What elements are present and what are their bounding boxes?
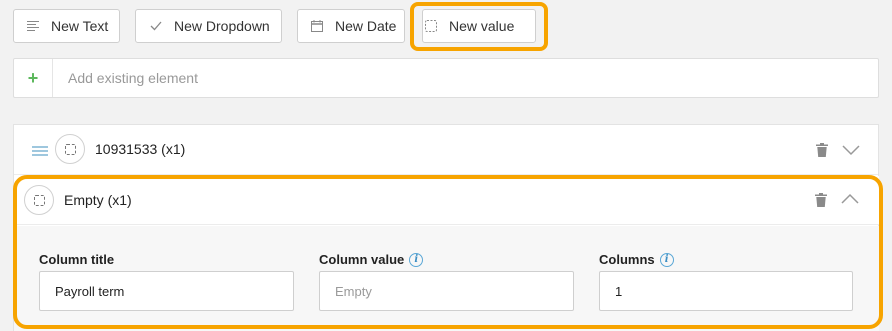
- new-date-button[interactable]: New Date: [297, 9, 405, 43]
- element-row[interactable]: 10931533 (x1): [14, 125, 878, 175]
- add-existing-placeholder: Add existing element: [68, 70, 198, 86]
- dashed-square-icon: [423, 18, 439, 34]
- plus-icon[interactable]: +: [14, 59, 53, 97]
- new-value-label: New value: [449, 18, 515, 34]
- trash-icon[interactable]: [816, 143, 828, 157]
- new-text-label: New Text: [51, 18, 109, 34]
- checkmark-icon: [148, 18, 164, 34]
- new-text-button[interactable]: New Text: [13, 9, 120, 43]
- add-existing-element-field[interactable]: + Add existing element: [13, 58, 879, 98]
- new-value-button[interactable]: New value: [422, 9, 536, 43]
- chevron-down-icon[interactable]: [842, 144, 860, 156]
- new-dropdown-button[interactable]: New Dropdown: [135, 9, 282, 43]
- calendar-icon: [309, 18, 325, 34]
- element-title: 10931533 (x1): [95, 141, 186, 157]
- expanded-element-highlight: [13, 175, 883, 329]
- element-type-icon: [55, 134, 85, 164]
- text-lines-icon: [25, 18, 41, 34]
- new-date-label: New Date: [335, 18, 397, 34]
- drag-handle-icon[interactable]: [32, 146, 48, 158]
- new-dropdown-label: New Dropdown: [174, 18, 270, 34]
